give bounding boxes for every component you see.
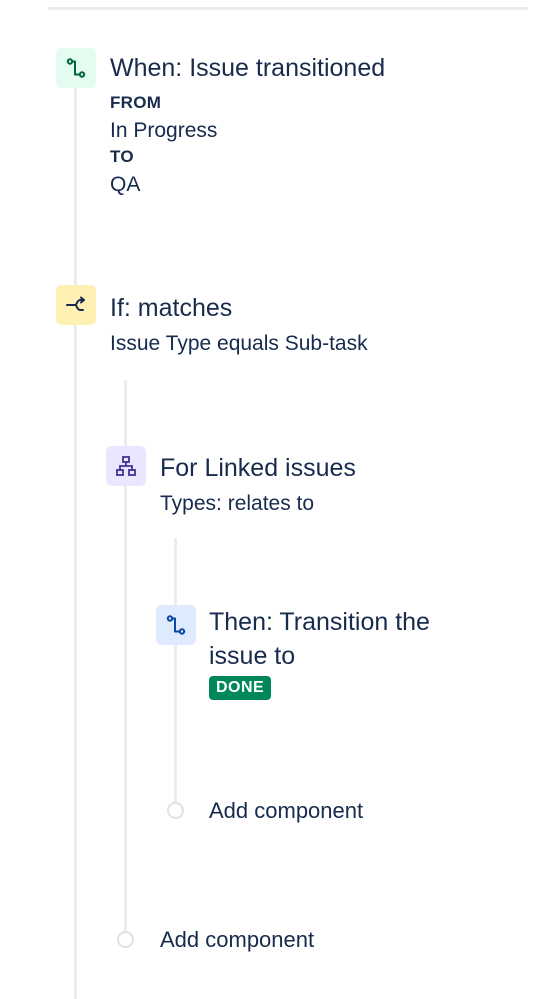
action-icon-box[interactable] bbox=[156, 605, 196, 645]
condition-icon-box[interactable] bbox=[56, 285, 96, 325]
trigger-title[interactable]: When: Issue transitioned bbox=[110, 52, 385, 85]
hierarchy-icon bbox=[115, 455, 137, 477]
top-divider bbox=[48, 7, 528, 10]
add-component-outer-dot[interactable] bbox=[117, 931, 134, 948]
branch-description: Types: relates to bbox=[160, 492, 315, 515]
to-label: TO bbox=[110, 147, 134, 166]
from-label: FROM bbox=[110, 93, 162, 112]
transition-icon bbox=[165, 614, 187, 636]
trigger-icon-box[interactable] bbox=[56, 48, 96, 88]
done-status-lozenge: DONE bbox=[209, 676, 272, 700]
condition-fork-icon bbox=[65, 294, 87, 316]
add-component-outer-button[interactable]: Add component bbox=[160, 926, 314, 954]
to-value: QA bbox=[110, 173, 141, 196]
from-value: In Progress bbox=[110, 119, 218, 142]
action-title-line2[interactable]: issue to bbox=[209, 640, 295, 673]
condition-description: Issue Type equals Sub-task bbox=[110, 332, 368, 355]
add-component-inner-dot[interactable] bbox=[167, 802, 184, 819]
action-title-line1[interactable]: Then: Transition the bbox=[209, 606, 430, 639]
main-rule-line bbox=[74, 70, 77, 999]
branch-icon-box[interactable] bbox=[106, 446, 146, 486]
add-component-inner-button[interactable]: Add component bbox=[209, 797, 363, 825]
condition-title[interactable]: If: matches bbox=[110, 292, 232, 325]
branch-arrow-icon bbox=[65, 57, 87, 79]
linked-branch-line bbox=[174, 538, 177, 810]
branch-title[interactable]: For Linked issues bbox=[160, 452, 356, 485]
